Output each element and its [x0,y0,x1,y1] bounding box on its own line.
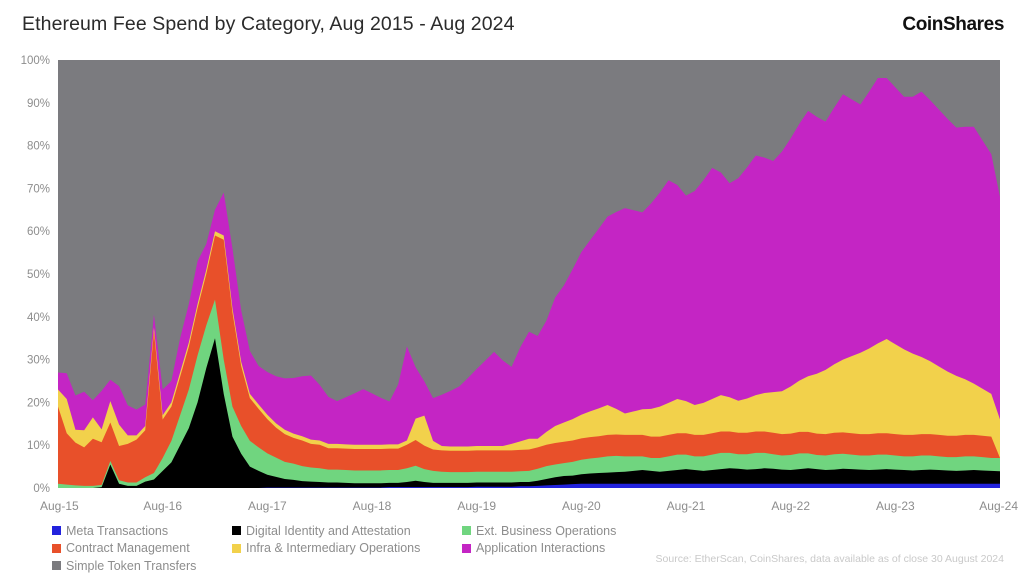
x-axis: Aug-15 Aug-16 Aug-17 Aug-18 Aug-19 Aug-20 Aug-… [40,499,1018,513]
page-title: Ethereum Fee Spend by Category, Aug 2015… [22,13,515,35]
chart-card: Ethereum Fee Spend by Category, Aug 2015… [0,0,1024,576]
legend-swatch-icon [232,543,241,553]
y-axis-tick-label: 40% [27,312,50,324]
y-axis-tick-label: 50% [27,269,50,281]
y-axis-tick-label: 80% [27,141,50,153]
coinshares-logo: CoinShares [902,14,1004,35]
y-axis-tick-label: 60% [27,226,50,238]
y-axis-tick-label: 70% [27,183,50,195]
legend-item-label: Application Interactions [476,541,606,556]
legend-item-label: Meta Transactions [66,523,169,538]
x-axis-tick-label: Aug-19 [457,499,496,513]
legend-item-application-interactions[interactable]: Application Interactions [462,541,606,556]
x-axis-tick-label: Aug-22 [771,499,810,513]
y-axis: 0% 10% 20% 30% 40% 50% 60% 70% 80% 90% 100% [21,55,50,495]
legend-item-label: Infra & Intermediary Operations [246,541,421,556]
y-axis-tick-label: 100% [21,55,50,67]
legend-item-label: Simple Token Transfers [66,558,197,573]
legend-swatch-icon [462,543,471,553]
legend-item-meta-transactions[interactable]: Meta Transactions [52,525,232,537]
chart-header: Ethereum Fee Spend by Category, Aug 2015… [0,0,1024,52]
x-axis-tick-label: Aug-23 [876,499,915,513]
x-axis-tick-label: Aug-18 [353,499,392,513]
x-axis-tick-label: Aug-17 [248,499,287,513]
legend-swatch-icon [52,543,61,553]
legend-item-infra-intermediary[interactable]: Infra & Intermediary Operations [232,541,462,556]
chart-legend: Meta Transactions Digital Identity and At… [52,522,752,574]
x-axis-tick-label: Aug-16 [143,499,182,513]
legend-item-label: Ext. Business Operations [476,523,617,538]
stacked-area-chart: 0% 10% 20% 30% 40% 50% 60% 70% 80% 90% 100% Aug-15… [21,55,1019,513]
x-axis-tick-label: Aug-24 [979,499,1018,513]
legend-item-contract-management[interactable]: Contract Management [52,541,232,556]
x-axis-tick-label: Aug-20 [562,499,601,513]
legend-swatch-icon [462,526,471,536]
source-note: Source: EtherScan, CoinShares, data avai… [655,553,1004,565]
y-axis-tick-label: 30% [27,355,50,367]
legend-row: Simple Token Transfers [52,557,752,575]
legend-item-simple-token-transfers[interactable]: Simple Token Transfers [52,560,232,572]
legend-item-label: Contract Management [66,541,190,556]
legend-swatch-icon [52,526,61,536]
legend-row: Contract Management Infra & Intermediary … [52,540,752,558]
legend-item-digital-identity[interactable]: Digital Identity and Attestation [232,525,462,537]
legend-swatch-icon [232,526,241,536]
legend-item-ext-business[interactable]: Ext. Business Operations [462,525,616,537]
y-axis-tick-label: 0% [33,483,50,495]
legend-swatch-icon [52,561,61,571]
x-axis-tick-label: Aug-21 [667,499,706,513]
legend-item-label: Digital Identity and Attestation [246,523,411,538]
legend-row: Meta Transactions Digital Identity and At… [52,522,752,540]
y-axis-tick-label: 20% [27,397,50,409]
y-axis-tick-label: 10% [27,440,50,452]
x-axis-tick-label: Aug-15 [40,499,79,513]
y-axis-tick-label: 90% [27,98,50,110]
plot-area: 0% 10% 20% 30% 40% 50% 60% 70% 80% 90% 100% Aug-15… [0,52,1024,514]
